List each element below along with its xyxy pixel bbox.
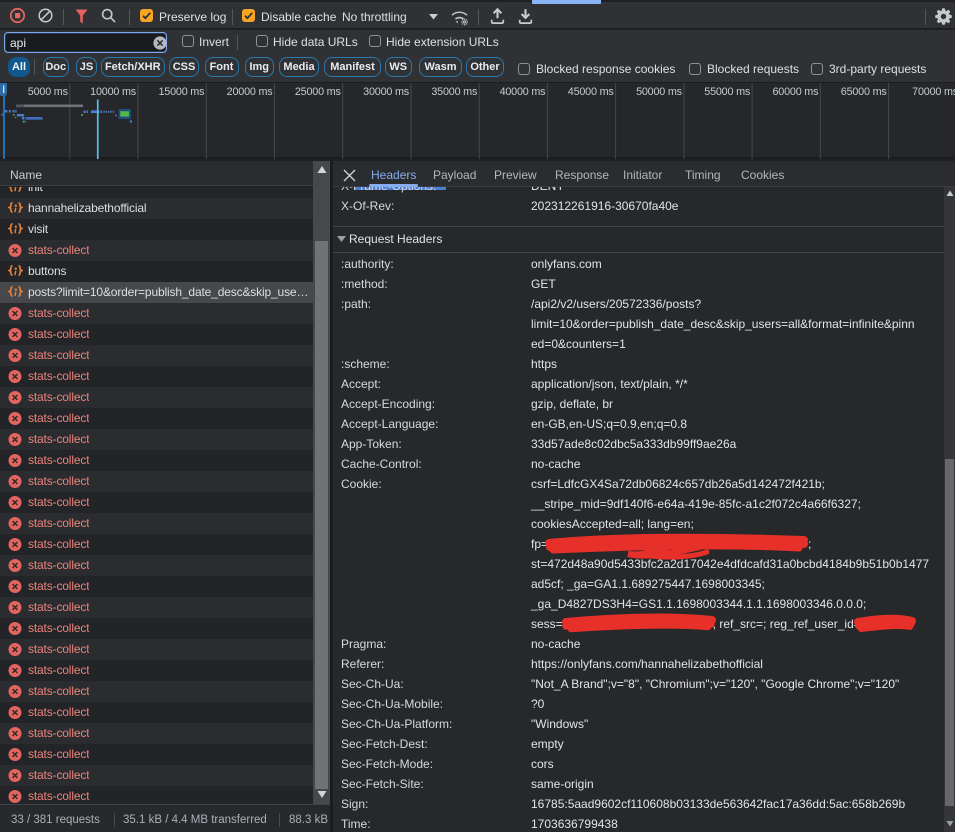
svg-text:70000 ms: 70000 ms	[912, 86, 955, 98]
svg-text:55000 ms: 55000 ms	[704, 86, 751, 98]
svg-text:50000 ms: 50000 ms	[636, 86, 683, 98]
svg-text:45000 ms: 45000 ms	[568, 86, 615, 98]
svg-text:30000 ms: 30000 ms	[363, 86, 410, 98]
svg-text:35000 ms: 35000 ms	[431, 86, 478, 98]
svg-text:15000 ms: 15000 ms	[158, 86, 205, 98]
svg-text:40000 ms: 40000 ms	[500, 86, 547, 98]
svg-text:10000 ms: 10000 ms	[90, 86, 137, 98]
svg-text:25000 ms: 25000 ms	[295, 86, 342, 98]
svg-text:20000 ms: 20000 ms	[227, 86, 274, 98]
svg-text:65000 ms: 65000 ms	[841, 86, 888, 98]
svg-text:60000 ms: 60000 ms	[772, 86, 819, 98]
svg-text:5000 ms: 5000 ms	[28, 86, 69, 98]
